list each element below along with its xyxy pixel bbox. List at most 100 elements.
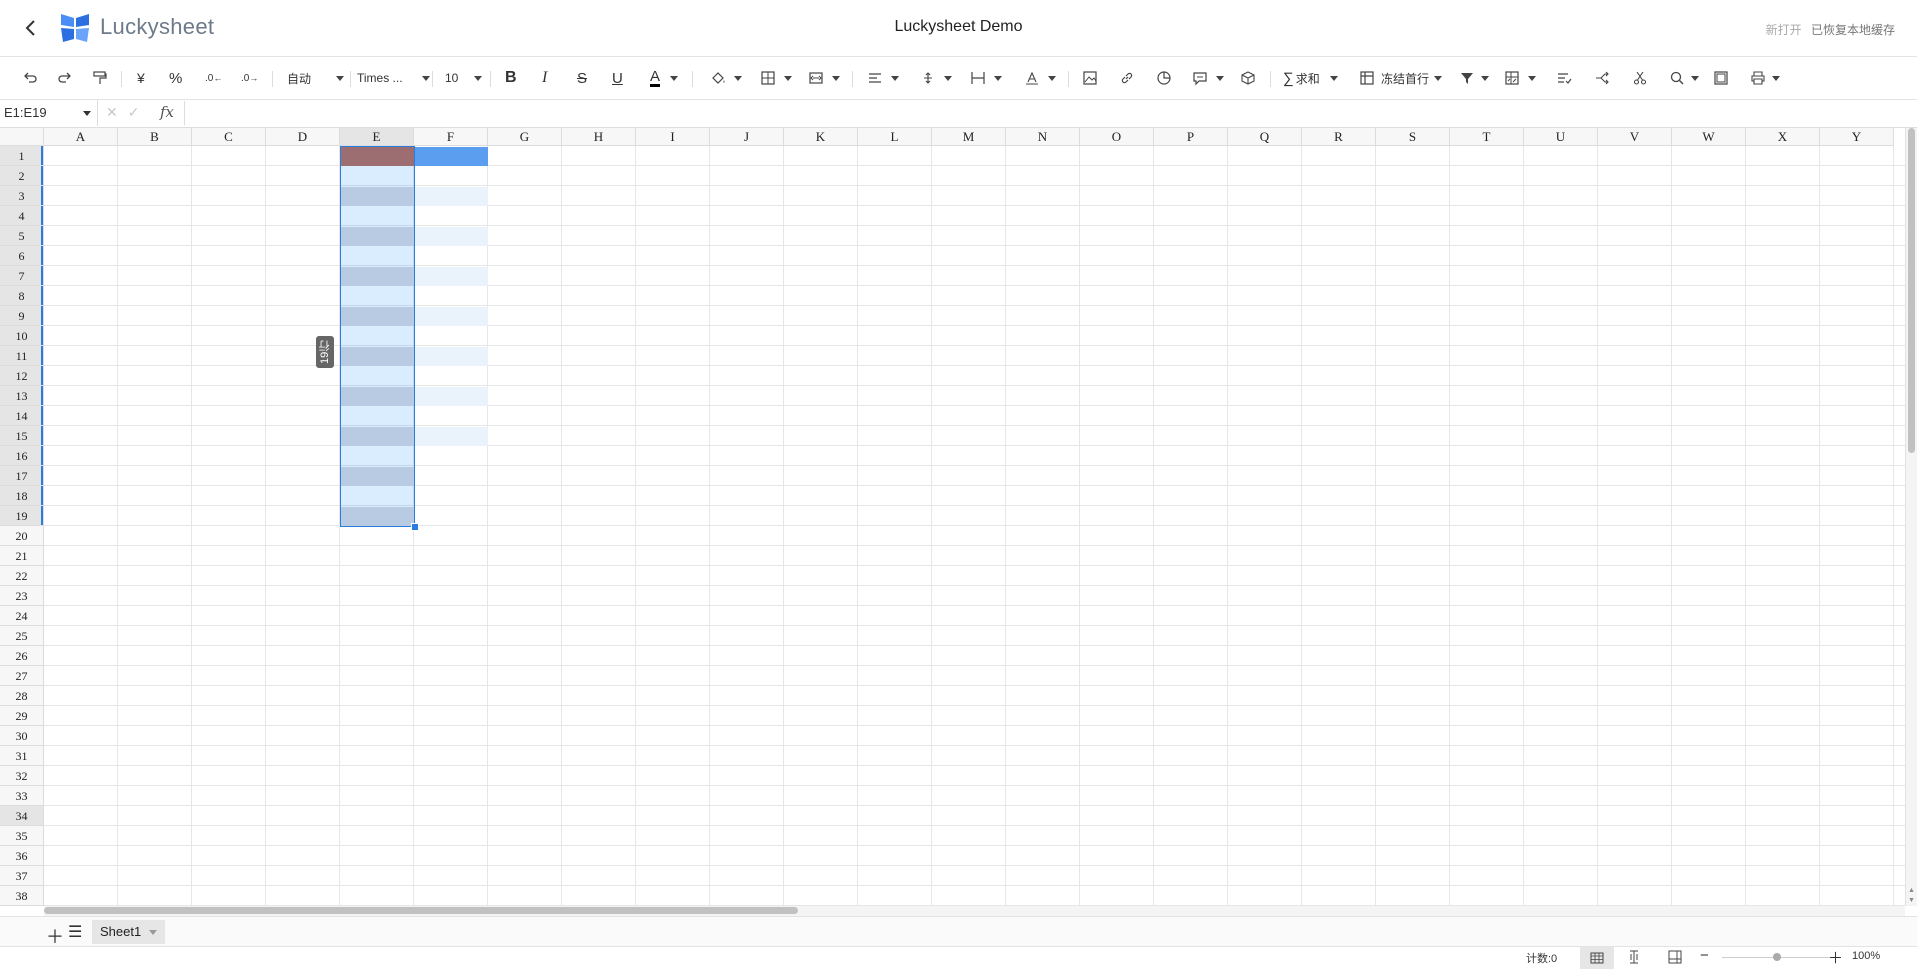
column-header[interactable]: X	[1746, 128, 1820, 146]
document-title[interactable]: Luckysheet Demo	[894, 18, 1022, 35]
vertical-scroll-thumb[interactable]	[1908, 128, 1915, 453]
filter-button[interactable]	[1459, 66, 1489, 90]
fill-color-button[interactable]	[710, 66, 742, 90]
column-header[interactable]: V	[1598, 128, 1672, 146]
zoom-out-icon[interactable]: −	[1700, 947, 1709, 964]
zoom-level[interactable]: 100%	[1852, 950, 1880, 962]
horizontal-scrollbar[interactable]	[44, 906, 1905, 916]
format-painter-icon[interactable]	[92, 66, 108, 90]
cell-f-stripe[interactable]	[415, 267, 488, 286]
italic-button[interactable]: I	[542, 66, 547, 90]
column-header[interactable]: T	[1450, 128, 1524, 146]
cancel-formula-icon[interactable]: ✕	[106, 104, 118, 121]
column-header[interactable]: H	[562, 128, 636, 146]
column-header[interactable]: G	[488, 128, 562, 146]
column-header[interactable]: C	[192, 128, 266, 146]
cell-f1[interactable]	[415, 147, 488, 166]
page-break-view-icon[interactable]	[1627, 950, 1641, 964]
row-header[interactable]: 9	[0, 306, 44, 326]
confirm-formula-icon[interactable]: ✓	[128, 104, 140, 121]
column-header[interactable]: W	[1672, 128, 1746, 146]
row-header[interactable]: 19	[0, 506, 44, 526]
merge-cells-button[interactable]	[808, 66, 840, 90]
column-header[interactable]: N	[1006, 128, 1080, 146]
sheet-tab[interactable]: Sheet1	[92, 920, 166, 944]
freeze-button[interactable]: 冻结首行	[1359, 66, 1443, 90]
row-header[interactable]: 31	[0, 746, 44, 766]
row-header[interactable]: 5	[0, 226, 44, 246]
text-wrap-button[interactable]	[970, 66, 1002, 90]
zoom-in-icon[interactable]: ＋	[1828, 947, 1843, 968]
row-header[interactable]: 35	[0, 826, 44, 846]
spreadsheet-grid[interactable]: ABCDEFGHIJKLMNOPQRSTUVWXY 1 2 3 4 5 6 7 8 9 10 11 1…	[0, 128, 1905, 906]
row-header[interactable]: 4	[0, 206, 44, 226]
column-header[interactable]: Q	[1228, 128, 1302, 146]
row-header[interactable]: 15	[0, 426, 44, 446]
print-button[interactable]	[1750, 66, 1780, 90]
back-icon[interactable]	[20, 16, 42, 40]
number-format-dropdown[interactable]: 自动	[287, 66, 344, 90]
formula-input[interactable]	[184, 101, 1917, 125]
cell-area[interactable]	[44, 146, 1905, 906]
pivot-table-icon[interactable]	[1240, 66, 1256, 90]
row-header[interactable]: 11	[0, 346, 44, 366]
sheet-list-icon[interactable]: ☰	[68, 922, 82, 942]
increase-decimal-button[interactable]: .0 ←	[205, 66, 222, 90]
sum-button[interactable]: ∑ 求和	[1283, 66, 1338, 90]
normal-view-button[interactable]	[1580, 947, 1614, 969]
column-header[interactable]: K	[784, 128, 858, 146]
column-header[interactable]: U	[1524, 128, 1598, 146]
page-layout-view-icon[interactable]	[1668, 950, 1682, 964]
row-header[interactable]: 2	[0, 166, 44, 186]
underline-button[interactable]: U	[612, 66, 623, 90]
column-header[interactable]: P	[1154, 128, 1228, 146]
redo-icon[interactable]	[57, 66, 73, 90]
row-header[interactable]: 13	[0, 386, 44, 406]
font-size-dropdown[interactable]: 10	[445, 66, 482, 90]
zoom-slider-thumb[interactable]	[1773, 953, 1781, 961]
find-replace-button[interactable]	[1669, 66, 1699, 90]
horizontal-align-button[interactable]	[867, 66, 899, 90]
row-header[interactable]: 36	[0, 846, 44, 866]
column-header[interactable]: B	[118, 128, 192, 146]
vertical-align-button[interactable]	[920, 66, 952, 90]
bold-button[interactable]: B	[505, 66, 517, 90]
row-header[interactable]: 21	[0, 546, 44, 566]
row-header[interactable]: 24	[0, 606, 44, 626]
vertical-scrollbar[interactable]: ▲ ▼	[1905, 128, 1917, 906]
decrease-decimal-button[interactable]: .0 →	[241, 66, 258, 90]
split-column-icon[interactable]	[1594, 66, 1610, 90]
sheet-menu-icon[interactable]	[149, 929, 158, 935]
row-header[interactable]: 12	[0, 366, 44, 386]
row-header[interactable]: 8	[0, 286, 44, 306]
cell-f-stripe[interactable]	[415, 187, 488, 206]
cell-f-stripe[interactable]	[415, 307, 488, 326]
row-header[interactable]: 20	[0, 526, 44, 546]
column-header[interactable]: E	[340, 128, 414, 146]
column-header[interactable]: A	[44, 128, 118, 146]
print-area-icon[interactable]	[1713, 66, 1729, 90]
row-header[interactable]: 16	[0, 446, 44, 466]
row-header[interactable]: 26	[0, 646, 44, 666]
row-header[interactable]: 6	[0, 246, 44, 266]
data-validation-icon[interactable]	[1556, 66, 1572, 90]
row-header[interactable]: 25	[0, 626, 44, 646]
insert-link-icon[interactable]	[1119, 66, 1135, 90]
column-header[interactable]: I	[636, 128, 710, 146]
row-header[interactable]: 28	[0, 686, 44, 706]
column-header[interactable]: J	[710, 128, 784, 146]
zoom-slider[interactable]	[1722, 953, 1832, 961]
insert-image-icon[interactable]	[1082, 66, 1098, 90]
row-header[interactable]: 37	[0, 866, 44, 886]
comment-button[interactable]	[1192, 66, 1224, 90]
row-header[interactable]: 1	[0, 146, 44, 166]
cell-f-stripe[interactable]	[415, 427, 488, 446]
percent-format-button[interactable]: %	[169, 66, 182, 90]
row-header[interactable]: 7	[0, 266, 44, 286]
row-header[interactable]: 23	[0, 586, 44, 606]
row-header[interactable]: 30	[0, 726, 44, 746]
horizontal-scroll-thumb[interactable]	[44, 907, 798, 914]
corner-select-all[interactable]	[0, 128, 44, 146]
border-button[interactable]	[760, 66, 792, 90]
row-header[interactable]: 3	[0, 186, 44, 206]
